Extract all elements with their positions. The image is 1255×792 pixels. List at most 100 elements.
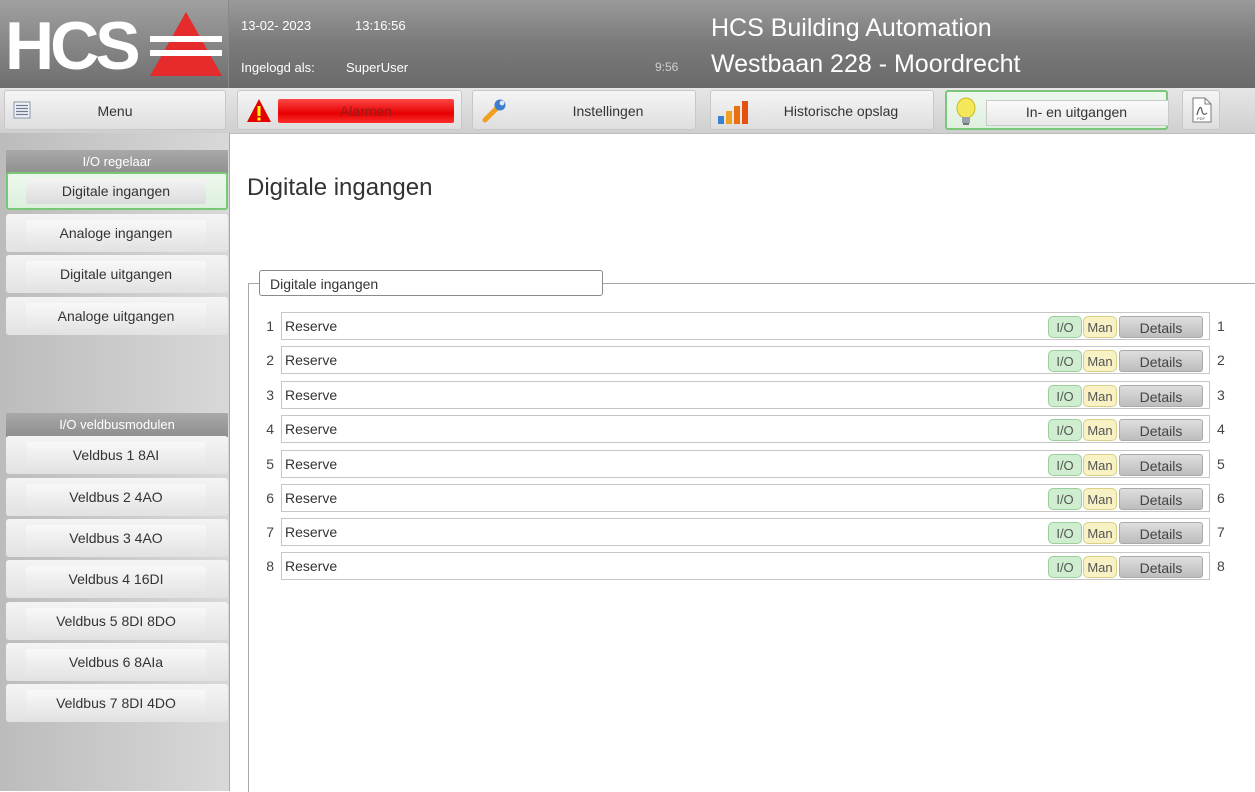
io-row-field[interactable]: Reserve I/O Man Details xyxy=(281,381,1210,409)
io-row-name: Reserve xyxy=(285,456,338,472)
io-row: 5 Reserve I/O Man Details 5 xyxy=(0,450,1255,478)
io-badge[interactable]: I/O xyxy=(1048,454,1082,476)
sidebar-item-digital-outputs[interactable]: Digitale uitgangen xyxy=(6,255,228,293)
details-button[interactable]: Details xyxy=(1119,419,1203,441)
details-button[interactable]: Details xyxy=(1119,316,1203,338)
manual-badge[interactable]: Man xyxy=(1083,316,1117,338)
menu-button[interactable]: Menu xyxy=(4,90,226,130)
io-row-field[interactable]: Reserve I/O Man Details xyxy=(281,518,1210,546)
wrench-icon xyxy=(482,99,506,123)
details-button[interactable]: Details xyxy=(1119,488,1203,510)
io-row: 2 Reserve I/O Man Details 2 xyxy=(0,346,1255,374)
sidebar-section-io-controller: I/O regelaar xyxy=(6,150,228,174)
site-address: Westbaan 228 - Moordrecht xyxy=(711,50,1021,78)
header-bar: HCS 13-02- 2023 13:16:56 Ingelogd als: S… xyxy=(0,0,1255,88)
sidebar-item-label: Veldbus 7 8DI 4DO xyxy=(26,690,206,716)
io-row-number-right: 2 xyxy=(1217,352,1225,368)
io-row-name: Reserve xyxy=(285,490,338,506)
io-row-number: 8 xyxy=(266,558,274,574)
logo-triangle-icon xyxy=(150,12,222,76)
sidebar-item-label: Digitale ingangen xyxy=(26,178,206,204)
io-row-number: 2 xyxy=(266,352,274,368)
sidebar-item-fieldbus-7[interactable]: Veldbus 7 8DI 4DO xyxy=(6,684,228,722)
io-row-number-right: 4 xyxy=(1217,421,1225,437)
alarms-button[interactable]: Alarmen xyxy=(237,90,462,130)
pdf-button[interactable]: PDF xyxy=(1182,90,1220,130)
manual-badge[interactable]: Man xyxy=(1083,385,1117,407)
io-label: In- en uitgangen xyxy=(1025,104,1128,120)
io-row-number: 1 xyxy=(266,318,274,334)
settings-label: Instellingen xyxy=(572,103,644,119)
sidebar-item-fieldbus-6[interactable]: Veldbus 6 8AIa xyxy=(6,643,228,681)
list-icon xyxy=(13,101,31,119)
details-button[interactable]: Details xyxy=(1119,454,1203,476)
io-badge[interactable]: I/O xyxy=(1048,419,1082,441)
history-label: Historische opslag xyxy=(783,103,899,119)
bar-chart-icon xyxy=(718,101,748,124)
menu-bar: Menu Alarmen Instellingen Historische op… xyxy=(0,88,1255,134)
manual-badge[interactable]: Man xyxy=(1083,350,1117,372)
io-row-number-right: 7 xyxy=(1217,524,1225,540)
manual-badge[interactable]: Man xyxy=(1083,419,1117,441)
sidebar-item-analog-inputs[interactable]: Analoge ingangen xyxy=(6,214,228,252)
details-button[interactable]: Details xyxy=(1119,522,1203,544)
io-row-name: Reserve xyxy=(285,421,338,437)
io-row-name: Reserve xyxy=(285,318,338,334)
io-row-name: Reserve xyxy=(285,387,338,403)
logged-in-user: SuperUser xyxy=(346,60,409,75)
io-row: 1 Reserve I/O Man Details 1 xyxy=(0,312,1255,340)
logo-text: HCS xyxy=(5,8,141,84)
io-row-field[interactable]: Reserve I/O Man Details xyxy=(281,484,1210,512)
io-row-field[interactable]: Reserve I/O Man Details xyxy=(281,450,1210,478)
io-row-number-right: 5 xyxy=(1217,456,1225,472)
io-row-field[interactable]: Reserve I/O Man Details xyxy=(281,552,1210,580)
io-row: 8 Reserve I/O Man Details 8 xyxy=(0,552,1255,580)
header-time: 13:16:56 xyxy=(355,18,406,33)
io-badge[interactable]: I/O xyxy=(1048,385,1082,407)
svg-text:PDF: PDF xyxy=(1197,116,1206,121)
io-row: 7 Reserve I/O Man Details 7 xyxy=(0,518,1255,546)
session-timer: 9:56 xyxy=(655,60,679,74)
io-row: 3 Reserve I/O Man Details 3 xyxy=(0,381,1255,409)
manual-badge[interactable]: Man xyxy=(1083,454,1117,476)
io-row-field[interactable]: Reserve I/O Man Details xyxy=(281,415,1210,443)
sidebar-item-label: Veldbus 5 8DI 8DO xyxy=(26,608,206,634)
details-button[interactable]: Details xyxy=(1119,556,1203,578)
manual-badge[interactable]: Man xyxy=(1083,488,1117,510)
io-row-name: Reserve xyxy=(285,524,338,540)
io-row-number: 4 xyxy=(266,421,274,437)
lightbulb-icon xyxy=(956,97,976,125)
io-row-name: Reserve xyxy=(285,558,338,574)
manual-badge[interactable]: Man xyxy=(1083,522,1117,544)
pdf-icon: PDF xyxy=(1192,97,1212,123)
io-group-title: Digitale ingangen xyxy=(259,270,603,296)
io-row-number: 6 xyxy=(266,490,274,506)
details-button[interactable]: Details xyxy=(1119,385,1203,407)
io-row-number: 5 xyxy=(266,456,274,472)
io-badge[interactable]: I/O xyxy=(1048,316,1082,338)
settings-button[interactable]: Instellingen xyxy=(472,90,696,130)
io-row-number-right: 6 xyxy=(1217,490,1225,506)
hcs-logo: HCS xyxy=(0,0,229,88)
io-button[interactable]: In- en uitgangen xyxy=(945,90,1169,130)
manual-badge[interactable]: Man xyxy=(1083,556,1117,578)
sidebar-item-digital-inputs[interactable]: Digitale ingangen xyxy=(6,172,228,210)
details-button[interactable]: Details xyxy=(1119,350,1203,372)
alarms-label: Alarmen xyxy=(339,103,393,119)
history-button[interactable]: Historische opslag xyxy=(710,90,934,130)
io-row-number-right: 8 xyxy=(1217,558,1225,574)
sidebar-item-label: Analoge ingangen xyxy=(26,220,206,246)
app-title: HCS Building Automation xyxy=(711,14,992,42)
io-row-number-right: 3 xyxy=(1217,387,1225,403)
io-row-field[interactable]: Reserve I/O Man Details xyxy=(281,346,1210,374)
io-badge[interactable]: I/O xyxy=(1048,350,1082,372)
io-row-field[interactable]: Reserve I/O Man Details xyxy=(281,312,1210,340)
sidebar-item-label: Veldbus 6 8AIa xyxy=(26,649,206,675)
io-badge[interactable]: I/O xyxy=(1048,488,1082,510)
io-row: 6 Reserve I/O Man Details 6 xyxy=(0,484,1255,512)
io-badge[interactable]: I/O xyxy=(1048,556,1082,578)
io-row-number: 7 xyxy=(266,524,274,540)
io-row: 4 Reserve I/O Man Details 4 xyxy=(0,415,1255,443)
io-badge[interactable]: I/O xyxy=(1048,522,1082,544)
sidebar-item-fieldbus-5[interactable]: Veldbus 5 8DI 8DO xyxy=(6,602,228,640)
